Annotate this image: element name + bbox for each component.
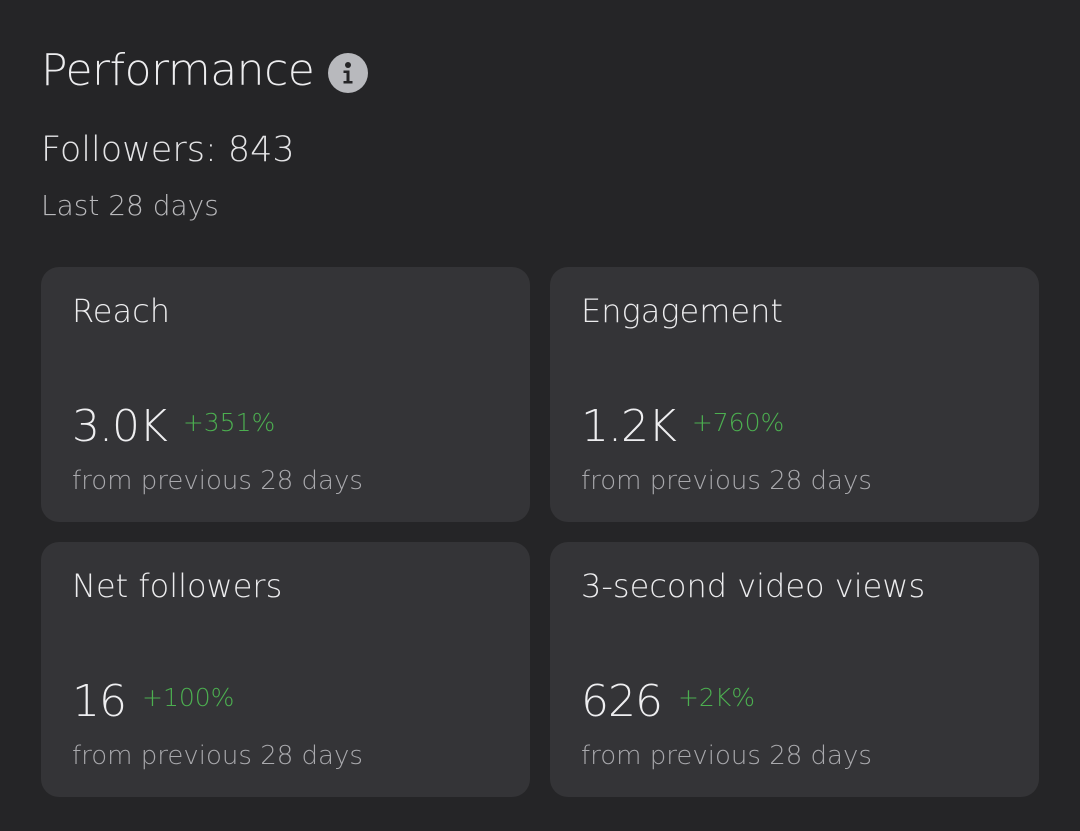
followers-count: Followers: 843: [41, 130, 295, 170]
metric-subtitle: from previous 28 days: [72, 466, 363, 496]
metric-value: 3.0K: [72, 401, 168, 452]
metric-title: 3-second video views: [581, 567, 926, 605]
metric-title: Reach: [72, 292, 170, 330]
metric-card-reach[interactable]: Reach 3.0K +351% from previous 28 days: [41, 267, 530, 522]
info-icon[interactable]: [328, 53, 369, 93]
metric-value-row: 3.0K +351%: [72, 397, 275, 457]
metric-value-row: 16 +100%: [72, 672, 234, 732]
metric-card-net-followers[interactable]: Net followers 16 +100% from previous 28 …: [41, 542, 530, 797]
performance-header: Performance: [41, 40, 369, 102]
metric-value-row: 1.2K +760%: [581, 397, 784, 457]
metric-value: 16: [72, 676, 127, 727]
metric-subtitle: from previous 28 days: [581, 466, 872, 496]
metric-subtitle: from previous 28 days: [72, 741, 363, 771]
info-glyph: [343, 62, 353, 84]
metric-change: +351%: [182, 408, 276, 437]
metric-title: Net followers: [72, 567, 283, 605]
metric-change: +2K%: [677, 683, 755, 712]
metric-card-engagement[interactable]: Engagement 1.2K +760% from previous 28 d…: [550, 267, 1039, 522]
metric-change: +100%: [142, 683, 235, 712]
page-title: Performance: [41, 45, 315, 96]
metric-value-row: 626 +2K%: [581, 672, 755, 732]
metric-change: +760%: [691, 408, 785, 437]
metric-value: 1.2K: [581, 401, 677, 452]
period-label: Last 28 days: [41, 189, 219, 222]
metric-value: 626: [581, 676, 663, 727]
metric-card-video-views[interactable]: 3-second video views 626 +2K% from previ…: [550, 542, 1039, 797]
metric-title: Engagement: [581, 292, 783, 330]
metric-subtitle: from previous 28 days: [581, 741, 872, 771]
